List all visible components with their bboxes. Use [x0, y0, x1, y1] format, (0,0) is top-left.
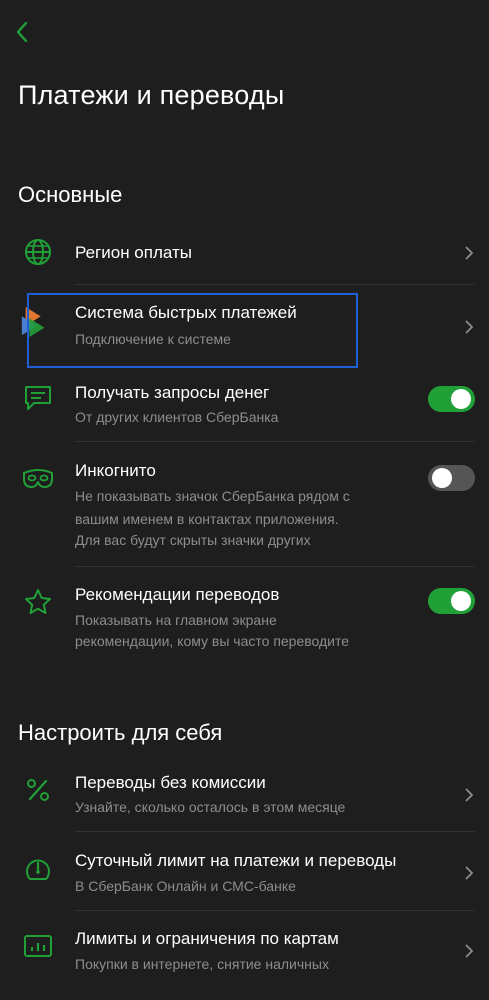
row-subtitle-line1: Не показывать значок СберБанка рядом с	[75, 488, 350, 504]
recommendations-toggle[interactable]	[428, 588, 475, 614]
chevron-right-icon	[463, 787, 475, 803]
chart-icon	[22, 930, 54, 962]
row-payment-region[interactable]: Регион оплаты	[0, 225, 489, 283]
sbp-logo-icon	[20, 306, 52, 338]
chevron-right-icon	[463, 319, 475, 335]
row-subtitle-line1: Показывать на главном экране	[75, 612, 277, 628]
mask-icon	[22, 462, 54, 494]
row-subtitle-line3: Для вас будут скрыты значки других	[75, 532, 311, 548]
row-subtitle: В СберБанк Онлайн и СМС-банке	[75, 878, 296, 894]
row-subtitle: От других клиентов СберБанка	[75, 409, 279, 425]
speedometer-icon	[22, 853, 54, 885]
row-title: Регион оплаты	[75, 243, 192, 262]
percent-icon	[22, 774, 54, 806]
divider	[75, 910, 475, 911]
row-subtitle: Покупки в интернете, снятие наличных	[75, 956, 329, 972]
section-title-main: Основные	[18, 182, 123, 207]
star-icon	[22, 586, 54, 618]
chevron-right-icon	[463, 865, 475, 881]
chevron-right-icon	[463, 943, 475, 959]
row-incognito[interactable]: Инкогнито Не показывать значок СберБанка…	[0, 448, 489, 560]
message-icon	[22, 382, 54, 414]
divider	[75, 441, 475, 442]
requests-toggle[interactable]	[428, 386, 475, 412]
row-title: Суточный лимит на платежи и переводы	[75, 851, 397, 870]
divider	[75, 284, 475, 285]
row-title: Лимиты и ограничения по картам	[75, 929, 339, 948]
row-subtitle-line2: вашим именем в контактах приложения.	[75, 511, 339, 527]
divider	[75, 566, 475, 567]
row-no-fee-transfers[interactable]: Переводы без комиссии Узнайте, сколько о…	[0, 762, 489, 830]
incognito-toggle[interactable]	[428, 465, 475, 491]
row-subtitle: Подключение к системе	[75, 331, 231, 347]
row-title: Система быстрых платежей	[75, 303, 297, 322]
page-title: Платежи и переводы	[18, 80, 285, 110]
globe-icon	[22, 236, 54, 268]
row-title: Переводы без комиссии	[75, 773, 266, 792]
row-title: Получать запросы денег	[75, 383, 270, 402]
row-transfer-recommendations[interactable]: Рекомендации переводов Показывать на гла…	[0, 573, 489, 663]
row-money-requests[interactable]: Получать запросы денег От других клиенто…	[0, 372, 489, 440]
row-daily-limit[interactable]: Суточный лимит на платежи и переводы В С…	[0, 840, 489, 908]
row-title: Инкогнито	[75, 461, 156, 480]
row-title: Рекомендации переводов	[75, 585, 280, 604]
row-fast-payment-system[interactable]: Система быстрых платежей Подключение к с…	[0, 290, 489, 366]
divider	[75, 831, 475, 832]
row-subtitle: Узнайте, сколько осталось в этом месяце	[75, 799, 346, 815]
row-card-limits[interactable]: Лимиты и ограничения по картам Покупки в…	[0, 918, 489, 986]
chevron-left-icon	[16, 21, 28, 43]
back-button[interactable]	[10, 18, 34, 46]
section-title-custom: Настроить для себя	[18, 720, 223, 745]
row-subtitle-line2: рекомендации, кому вы часто переводите	[75, 633, 350, 649]
chevron-right-icon	[463, 245, 475, 261]
